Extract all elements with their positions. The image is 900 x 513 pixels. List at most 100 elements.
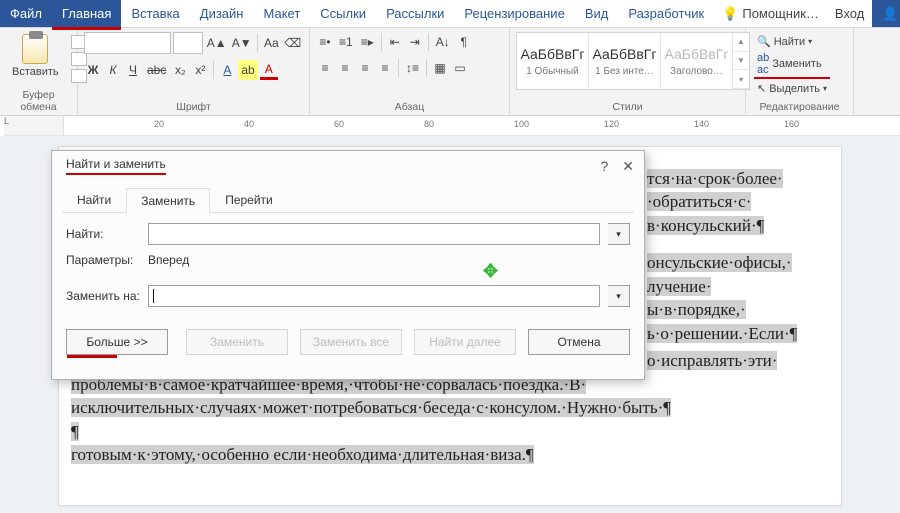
paste-label: Вставить [12, 66, 59, 78]
show-marks-icon[interactable]: ¶ [455, 32, 473, 52]
doc-text[interactable]: ы·в·порядке,· [647, 300, 746, 319]
shading-icon[interactable]: ▦ [431, 58, 449, 78]
find-replace-dialog: Найти и заменить ? ✕ Найти Заменить Пере… [51, 150, 645, 380]
close-icon[interactable]: ✕ [622, 158, 634, 175]
more-button[interactable]: Больше >> [66, 329, 168, 355]
change-case-icon[interactable]: Aa [262, 33, 281, 53]
doc-text[interactable]: онсульские·офисы,· [647, 253, 792, 272]
group-styles-label: Стили [516, 99, 739, 113]
doc-text[interactable]: ·обратиться·с· [647, 192, 751, 211]
replace-action-button[interactable]: Заменить [186, 329, 288, 355]
select-label: Выделить [769, 83, 820, 95]
group-clipboard-label: Буфер обмена [6, 87, 71, 113]
sort-icon[interactable]: A↓ [433, 32, 453, 52]
doc-text[interactable]: готовым·к·этому,·особенно если·необходим… [71, 445, 534, 464]
share-button[interactable]: 👤 Общий доступ [872, 0, 900, 27]
tab-view[interactable]: Вид [575, 0, 619, 27]
font-name-box[interactable] [84, 32, 171, 54]
cancel-button[interactable]: Отмена [528, 329, 630, 355]
replace-dropdown-icon[interactable]: ▾ [608, 285, 630, 307]
outdent-icon[interactable]: ⇤ [386, 32, 404, 52]
doc-text[interactable]: о·исправлять·эти· [647, 351, 777, 370]
clipboard-icon [22, 34, 48, 64]
tab-file[interactable]: Файл [0, 0, 52, 27]
borders-icon[interactable]: ▭ [451, 58, 469, 78]
font-color-icon[interactable]: A [260, 60, 278, 80]
tell-me-label: Помощник… [742, 6, 819, 21]
font-size-box[interactable] [173, 32, 203, 54]
paste-button[interactable]: Вставить [6, 32, 65, 78]
line-spacing-icon[interactable]: ↕≡ [403, 58, 422, 78]
doc-text[interactable]: исключительных·случаях·может·потребовать… [71, 398, 671, 417]
multilevel-icon[interactable]: ≡▸ [358, 32, 377, 52]
find-next-button[interactable]: Найти далее [414, 329, 516, 355]
dialog-tab-replace[interactable]: Заменить [126, 188, 210, 213]
dialog-tabs: Найти Заменить Перейти [62, 187, 634, 213]
find-button[interactable]: 🔍 Найти ▾ [754, 34, 830, 49]
replace-button[interactable]: abac Заменить [754, 51, 830, 79]
dialog-body: Найти: ▾ Параметры: Вперед Заменить на: … [52, 213, 644, 321]
style-sample: АаБбВвГг [521, 46, 585, 62]
replace-all-button[interactable]: Заменить все [300, 329, 402, 355]
style-normal[interactable]: АаБбВвГг 1 Обычный [517, 33, 589, 89]
doc-text[interactable]: тся·на·срок·более· [647, 169, 783, 188]
style-heading1[interactable]: АаБбВвГг Заголово… [661, 33, 733, 89]
group-paragraph-label: Абзац [316, 99, 503, 113]
dialog-titlebar[interactable]: Найти и заменить ? ✕ [52, 151, 644, 181]
tab-insert[interactable]: Вставка [121, 0, 189, 27]
find-dropdown-icon[interactable]: ▾ [608, 223, 630, 245]
justify-icon[interactable]: ≡ [376, 58, 394, 78]
doc-text[interactable]: в·консульский·¶ [647, 216, 764, 235]
group-styles: АаБбВвГг 1 Обычный АаБбВвГг 1 Без инте… … [510, 28, 746, 115]
bullets-icon[interactable]: ≡• [316, 32, 334, 52]
align-right-icon[interactable]: ≡ [356, 58, 374, 78]
search-icon: 🔍 [757, 35, 771, 48]
highlight-icon[interactable]: ab [238, 60, 257, 80]
indent-icon[interactable]: ⇥ [406, 32, 424, 52]
italic-button[interactable]: К [104, 60, 122, 80]
group-editing-label: Редактирование [752, 99, 847, 113]
grow-font-icon[interactable]: A▲ [205, 33, 228, 53]
styles-gallery[interactable]: АаБбВвГг 1 Обычный АаБбВвГг 1 Без инте… … [516, 32, 750, 90]
style-sample: АаБбВвГг [665, 46, 729, 62]
text-effects-icon[interactable]: A [218, 60, 236, 80]
dialog-tab-goto[interactable]: Перейти [210, 187, 288, 212]
tab-mailings[interactable]: Рассылки [376, 0, 454, 27]
cursor-icon: ↖ [757, 82, 766, 95]
ruler-mark: 120 [604, 119, 619, 129]
align-center-icon[interactable]: ≡ [336, 58, 354, 78]
ruler-mark: 140 [694, 119, 709, 129]
numbering-icon[interactable]: ≡1 [336, 32, 356, 52]
tab-references[interactable]: Ссылки [310, 0, 376, 27]
shrink-font-icon[interactable]: A▼ [230, 33, 253, 53]
dialog-button-row: Больше >> Заменить Заменить все Найти да… [52, 321, 644, 363]
doc-text[interactable]: ¶ [71, 422, 79, 441]
bold-button[interactable]: Ж [84, 60, 102, 80]
tab-home[interactable]: Главная [52, 0, 121, 27]
replace-with-label: Заменить на: [66, 289, 140, 303]
login-button[interactable]: Вход [827, 0, 872, 27]
align-left-icon[interactable]: ≡ [316, 58, 334, 78]
tab-design[interactable]: Дизайн [190, 0, 254, 27]
tab-layout[interactable]: Макет [253, 0, 310, 27]
tab-review[interactable]: Рецензирование [454, 0, 574, 27]
strike-button[interactable]: abc [144, 60, 169, 80]
underline-button[interactable]: Ч [124, 60, 142, 80]
group-paragraph: ≡• ≡1 ≡▸ ⇤ ⇥ A↓ ¶ ≡ ≡ ≡ ≡ ↕≡ ▦ ▭ [310, 28, 510, 115]
doc-text[interactable]: ь·о·решении.·Если·¶ [647, 324, 797, 343]
dialog-tab-find[interactable]: Найти [62, 187, 126, 212]
replace-input[interactable] [148, 285, 600, 307]
select-button[interactable]: ↖ Выделить ▾ [754, 81, 830, 96]
ruler-mark: 80 [424, 119, 434, 129]
superscript-button[interactable]: x² [191, 60, 209, 80]
help-button[interactable]: ? [600, 158, 608, 174]
find-input[interactable] [148, 223, 600, 245]
clear-format-icon[interactable]: ⌫ [283, 33, 303, 53]
ruler-mark: 60 [334, 119, 344, 129]
tell-me[interactable]: 💡 Помощник… [714, 0, 827, 27]
horizontal-ruler[interactable]: L 20 40 60 80 100 120 140 160 [4, 116, 900, 136]
subscript-button[interactable]: x₂ [171, 60, 189, 80]
doc-text[interactable]: лучение· [647, 277, 711, 296]
tab-developer[interactable]: Разработчик [618, 0, 714, 27]
style-nospacing[interactable]: АаБбВвГг 1 Без инте… [589, 33, 661, 89]
